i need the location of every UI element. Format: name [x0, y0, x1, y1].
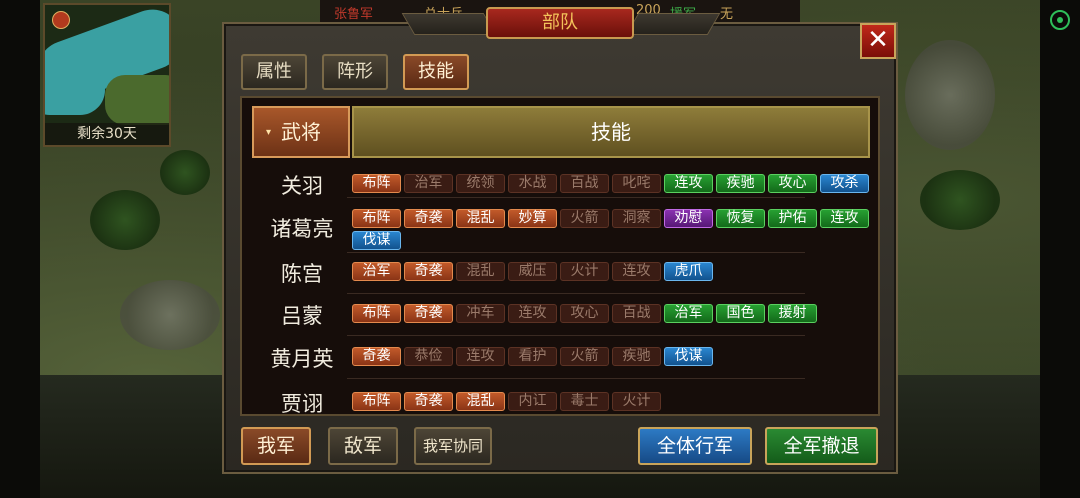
- general-row[interactable]: 关羽 布阵 治军 统领 水战 百战 叱咤 连攻 疾驰 攻心 攻杀: [242, 170, 878, 200]
- dialog-title: 部队: [486, 7, 634, 39]
- skill-tag[interactable]: 连攻: [612, 262, 661, 281]
- skill-tag[interactable]: 统领: [456, 174, 505, 193]
- skill-tag[interactable]: 混乱: [456, 209, 505, 228]
- skill-tag[interactable]: 内讧: [508, 392, 557, 411]
- row-divider: [347, 252, 805, 253]
- skill-tag[interactable]: 虎爪: [664, 262, 713, 281]
- column-header-general-label: 武将: [281, 120, 321, 144]
- skill-tag[interactable]: 疾驰: [716, 174, 765, 193]
- general-name: 黄月英: [270, 347, 334, 371]
- skill-tag[interactable]: 火计: [612, 392, 661, 411]
- skill-tag[interactable]: 国色: [716, 304, 765, 323]
- general-row[interactable]: 贾诩 布阵 奇袭 混乱 内讧 毒士 火计: [242, 388, 878, 416]
- general-name: 诸葛亮: [270, 217, 334, 241]
- tree: [920, 170, 1000, 230]
- general-name: 陈宫: [281, 262, 323, 286]
- skill-tag[interactable]: 冲车: [456, 304, 505, 323]
- skill-tag[interactable]: 恭俭: [404, 347, 453, 366]
- skill-tag[interactable]: 护佑: [768, 209, 817, 228]
- all-retreat-button[interactable]: 全军撤退: [765, 427, 878, 465]
- title-ornament: [625, 13, 721, 35]
- signal-icon: [1050, 10, 1070, 30]
- column-header-skill: 技能: [352, 106, 870, 158]
- skill-tag[interactable]: 恢复: [716, 209, 765, 228]
- minimap-land: [105, 75, 169, 125]
- skill-tag[interactable]: 奇袭: [404, 304, 453, 323]
- skill-tag[interactable]: 看护: [508, 347, 557, 366]
- skill-tag[interactable]: 奇袭: [404, 262, 453, 281]
- minimap[interactable]: 剩余30天: [43, 3, 171, 147]
- skill-tag[interactable]: 布阵: [352, 392, 401, 411]
- skill-tag[interactable]: 混乱: [456, 262, 505, 281]
- rock: [120, 280, 220, 350]
- general-name: 吕蒙: [281, 304, 323, 328]
- skill-tag[interactable]: 布阵: [352, 174, 401, 193]
- skill-tag[interactable]: 攻杀: [820, 174, 869, 193]
- tab-skills[interactable]: 技能: [403, 54, 469, 90]
- sort-arrow-icon: ▾: [266, 127, 272, 138]
- skill-tag[interactable]: 治军: [352, 262, 401, 281]
- general-row[interactable]: 陈宫 治军 奇袭 混乱 威压 火计 连攻 虎爪: [242, 258, 878, 296]
- right-border: [1040, 0, 1080, 498]
- skill-tag[interactable]: 叱咤: [612, 174, 661, 193]
- skill-tag[interactable]: 攻心: [560, 304, 609, 323]
- days-remaining: 剩余30天: [45, 123, 169, 145]
- skill-tag[interactable]: 援射: [768, 304, 817, 323]
- faction-flag-icon: [52, 11, 70, 29]
- skill-tag[interactable]: 奇袭: [404, 209, 453, 228]
- skill-tag[interactable]: 奇袭: [404, 392, 453, 411]
- all-march-button[interactable]: 全体行军: [638, 427, 752, 465]
- general-row[interactable]: 诸葛亮 布阵 奇袭 混乱 妙算 火箭 洞察 劝慰 恢复 护佑 连攻伐谋: [242, 205, 878, 255]
- skill-tag[interactable]: 奇袭: [352, 347, 401, 366]
- rock: [905, 40, 995, 150]
- skill-tag[interactable]: 连攻: [820, 209, 869, 228]
- left-border: [0, 0, 40, 498]
- faction-label: 张鲁军: [334, 7, 374, 22]
- skill-tag[interactable]: 毒士: [560, 392, 609, 411]
- skill-tag[interactable]: 连攻: [664, 174, 713, 193]
- close-button[interactable]: ✕: [860, 23, 896, 59]
- minimap-river: [45, 65, 105, 115]
- skill-tag[interactable]: 伐谋: [352, 231, 401, 250]
- row-divider: [347, 293, 805, 294]
- skill-tag[interactable]: 治军: [404, 174, 453, 193]
- general-name: 关羽: [281, 174, 323, 198]
- skill-tag[interactable]: 疾驰: [612, 347, 661, 366]
- skill-tag[interactable]: 妙算: [508, 209, 557, 228]
- title-ornament: [401, 13, 497, 35]
- skill-tag[interactable]: 百战: [612, 304, 661, 323]
- skill-tag[interactable]: 火箭: [560, 209, 609, 228]
- skill-tag[interactable]: 连攻: [456, 347, 505, 366]
- column-header-general[interactable]: ▾ 武将: [252, 106, 350, 158]
- army-coop-button[interactable]: 我军协同: [414, 427, 492, 465]
- skill-tag[interactable]: 百战: [560, 174, 609, 193]
- skill-tag[interactable]: 连攻: [508, 304, 557, 323]
- skill-tag[interactable]: 攻心: [768, 174, 817, 193]
- skill-tag[interactable]: 混乱: [456, 392, 505, 411]
- skill-tag[interactable]: 布阵: [352, 304, 401, 323]
- skill-tag[interactable]: 火计: [560, 262, 609, 281]
- tab-formation[interactable]: 阵形: [322, 54, 388, 90]
- my-army-button[interactable]: 我军: [241, 427, 311, 465]
- row-divider: [347, 197, 805, 198]
- tree: [160, 150, 210, 195]
- skills-table: ▾ 武将 技能 关羽 布阵 治军 统领 水战 百战 叱咤 连攻 疾驰 攻心 攻杀 诸葛亮 布阵 奇袭 混乱妙…: [240, 96, 880, 416]
- tree: [90, 190, 160, 250]
- skill-tag[interactable]: 威压: [508, 262, 557, 281]
- skill-tag[interactable]: 洞察: [612, 209, 661, 228]
- row-divider: [347, 335, 805, 336]
- reinforcement-value: 无: [720, 7, 734, 22]
- skill-tag[interactable]: 布阵: [352, 209, 401, 228]
- skill-tag[interactable]: 火箭: [560, 347, 609, 366]
- skill-tag[interactable]: 劝慰: [664, 209, 713, 228]
- general-row[interactable]: 黄月英 奇袭 恭俭 连攻 看护 火箭 疾驰 伐谋: [242, 343, 878, 381]
- general-name: 贾诩: [281, 392, 323, 416]
- general-row[interactable]: 吕蒙 布阵 奇袭 冲车 连攻 攻心 百战 治军 国色 援射: [242, 300, 878, 338]
- row-divider: [347, 378, 805, 379]
- tab-attributes[interactable]: 属性: [241, 54, 307, 90]
- skill-tag[interactable]: 水战: [508, 174, 557, 193]
- skill-tag[interactable]: 伐谋: [664, 347, 713, 366]
- skill-tag[interactable]: 治军: [664, 304, 713, 323]
- enemy-army-button[interactable]: 敌军: [328, 427, 398, 465]
